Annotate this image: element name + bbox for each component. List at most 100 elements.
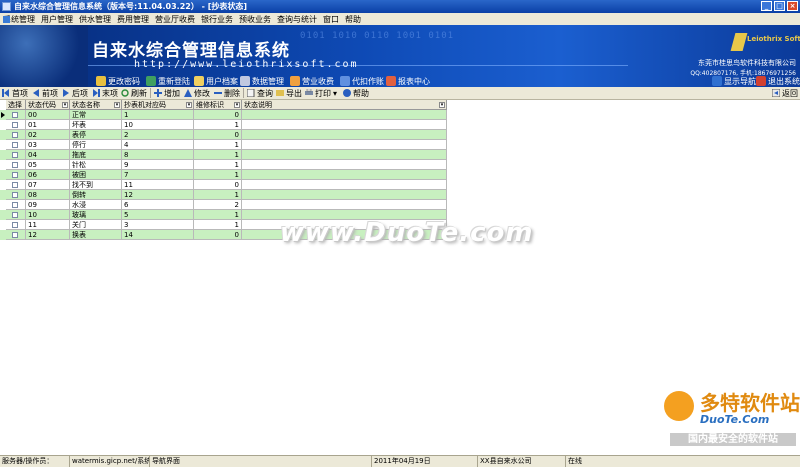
table-row[interactable]: 05 针松 9 1 xyxy=(0,160,447,170)
table-row[interactable]: 09 水浸 6 2 xyxy=(0,200,447,210)
column-header-machine-code[interactable]: 抄表机对应码 ▾ xyxy=(122,100,194,110)
table-row[interactable]: 04 拖底 8 1 xyxy=(0,150,447,160)
table-row[interactable]: 00 正常 1 0 xyxy=(0,110,447,120)
last-record-button[interactable]: 末项 xyxy=(92,87,118,99)
row-checkbox[interactable] xyxy=(12,122,18,128)
description-cell[interactable] xyxy=(242,200,447,210)
repair-cell[interactable]: 1 xyxy=(194,210,242,220)
row-checkbox[interactable] xyxy=(12,132,18,138)
description-cell[interactable] xyxy=(242,150,447,160)
code-cell[interactable]: 01 xyxy=(26,120,70,130)
column-header-code[interactable]: 状态代码 ▾ xyxy=(26,100,70,110)
code-cell[interactable]: 00 xyxy=(26,110,70,120)
back-button[interactable]: 返回 xyxy=(772,87,798,99)
code-cell[interactable]: 08 xyxy=(26,190,70,200)
description-cell[interactable] xyxy=(242,160,447,170)
next-record-button[interactable]: 后项 xyxy=(62,87,88,99)
repair-cell[interactable]: 1 xyxy=(194,140,242,150)
help-button[interactable]: 帮助 xyxy=(343,87,369,99)
name-cell[interactable]: 倒转 xyxy=(70,190,122,200)
name-cell[interactable]: 拖底 xyxy=(70,150,122,160)
export-button[interactable]: 导出 xyxy=(276,87,302,99)
menu-supply[interactable]: 供水管理 xyxy=(76,14,114,25)
row-checkbox[interactable] xyxy=(12,172,18,178)
description-cell[interactable] xyxy=(242,190,447,200)
code-cell[interactable]: 11 xyxy=(26,220,70,230)
chevron-down-icon[interactable]: ▾ xyxy=(333,89,337,98)
data-management-button[interactable]: 数据管理 xyxy=(240,75,284,87)
report-center-button[interactable]: 报表中心 xyxy=(386,75,430,87)
row-checkbox[interactable] xyxy=(12,192,18,198)
machine-code-cell[interactable]: 5 xyxy=(122,210,194,220)
refresh-button[interactable]: 刷新 xyxy=(121,87,147,99)
name-cell[interactable]: 玻璃 xyxy=(70,210,122,220)
row-checkbox[interactable] xyxy=(12,202,18,208)
chevron-down-icon[interactable]: ▾ xyxy=(62,102,68,108)
description-cell[interactable] xyxy=(242,130,447,140)
column-header-repair[interactable]: 维修标识 ▾ xyxy=(194,100,242,110)
machine-code-cell[interactable]: 10 xyxy=(122,120,194,130)
machine-code-cell[interactable]: 4 xyxy=(122,140,194,150)
table-row[interactable]: 01 坏表 10 1 xyxy=(0,120,447,130)
name-cell[interactable]: 关门 xyxy=(70,220,122,230)
code-cell[interactable]: 07 xyxy=(26,180,70,190)
table-row[interactable]: 07 找不到 11 0 xyxy=(0,180,447,190)
machine-code-cell[interactable]: 1 xyxy=(122,110,194,120)
code-cell[interactable]: 03 xyxy=(26,140,70,150)
repair-cell[interactable]: 0 xyxy=(194,110,242,120)
print-button[interactable]: 打印 ▾ xyxy=(305,87,337,99)
name-cell[interactable]: 表停 xyxy=(70,130,122,140)
maximize-button[interactable]: □ xyxy=(774,1,785,11)
code-cell[interactable]: 02 xyxy=(26,130,70,140)
code-cell[interactable]: 09 xyxy=(26,200,70,210)
machine-code-cell[interactable]: 7 xyxy=(122,170,194,180)
name-cell[interactable]: 换表 xyxy=(70,230,122,240)
code-cell[interactable]: 12 xyxy=(26,230,70,240)
table-row[interactable]: 06 被困 7 1 xyxy=(0,170,447,180)
machine-code-cell[interactable]: 8 xyxy=(122,150,194,160)
menu-query[interactable]: 查询与统计 xyxy=(274,14,320,25)
row-checkbox[interactable] xyxy=(12,182,18,188)
row-checkbox[interactable] xyxy=(12,142,18,148)
row-checkbox[interactable] xyxy=(12,112,18,118)
repair-cell[interactable]: 1 xyxy=(194,120,242,130)
description-cell[interactable] xyxy=(242,140,447,150)
edit-button[interactable]: 修改 xyxy=(184,87,210,99)
table-row[interactable]: 08 倒转 12 1 xyxy=(0,190,447,200)
repair-cell[interactable]: 1 xyxy=(194,190,242,200)
menu-bank[interactable]: 银行业务 xyxy=(198,14,236,25)
description-cell[interactable] xyxy=(242,180,447,190)
row-checkbox[interactable] xyxy=(12,152,18,158)
column-header-name[interactable]: 状态名称 ▾ xyxy=(70,100,122,110)
exit-system-button[interactable]: 退出系统 xyxy=(756,75,800,87)
machine-code-cell[interactable]: 14 xyxy=(122,230,194,240)
machine-code-cell[interactable]: 12 xyxy=(122,190,194,200)
repair-cell[interactable]: 0 xyxy=(194,180,242,190)
description-cell[interactable] xyxy=(242,120,447,130)
chevron-down-icon[interactable]: ▾ xyxy=(234,102,240,108)
machine-code-cell[interactable]: 9 xyxy=(122,160,194,170)
row-checkbox[interactable] xyxy=(12,232,18,238)
repair-cell[interactable]: 1 xyxy=(194,160,242,170)
repair-cell[interactable]: 2 xyxy=(194,200,242,210)
name-cell[interactable]: 停行 xyxy=(70,140,122,150)
code-cell[interactable]: 06 xyxy=(26,170,70,180)
table-row[interactable]: 03 停行 4 1 xyxy=(0,140,447,150)
name-cell[interactable]: 针松 xyxy=(70,160,122,170)
name-cell[interactable]: 被困 xyxy=(70,170,122,180)
code-cell[interactable]: 10 xyxy=(26,210,70,220)
code-cell[interactable]: 05 xyxy=(26,160,70,170)
show-navigation-button[interactable]: 显示导航 xyxy=(712,75,756,87)
user-archive-button[interactable]: 用户档案 xyxy=(194,75,238,87)
menu-users[interactable]: 用户管理 xyxy=(38,14,76,25)
first-record-button[interactable]: 首项 xyxy=(2,87,28,99)
query-button[interactable]: 查询 xyxy=(247,87,273,99)
withholding-button[interactable]: 代扣作账 xyxy=(340,75,384,87)
row-checkbox[interactable] xyxy=(12,212,18,218)
name-cell[interactable]: 坏表 xyxy=(70,120,122,130)
repair-cell[interactable]: 1 xyxy=(194,150,242,160)
row-checkbox[interactable] xyxy=(12,162,18,168)
menu-window[interactable]: 窗口 xyxy=(320,14,342,25)
machine-code-cell[interactable]: 6 xyxy=(122,200,194,210)
close-button[interactable]: × xyxy=(787,1,798,11)
